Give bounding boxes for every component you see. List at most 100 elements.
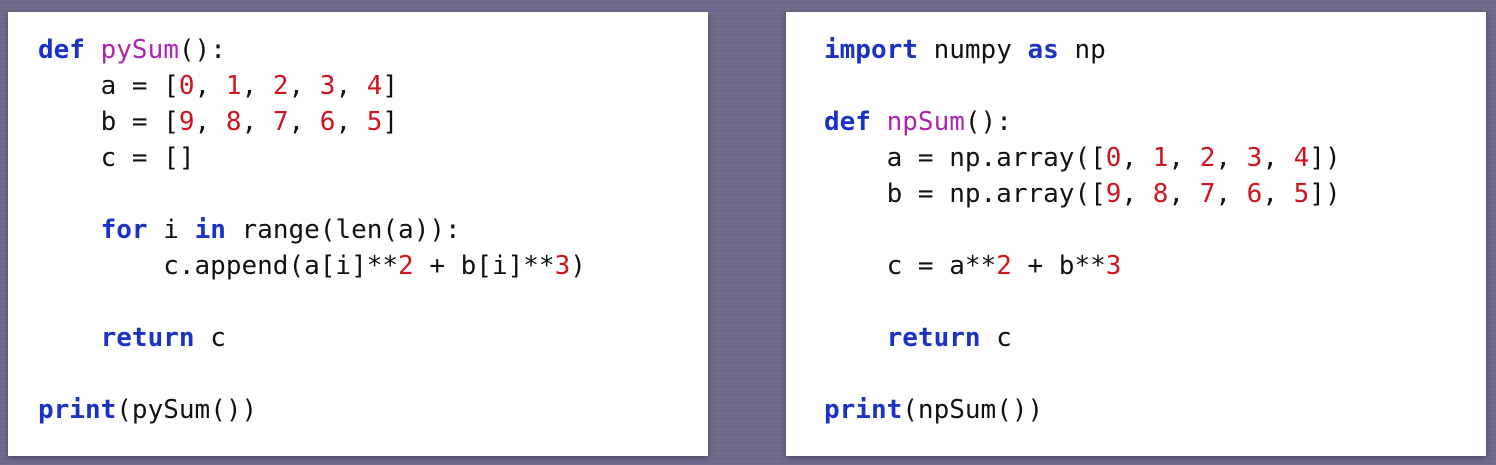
code-text-token: (): <box>178 35 226 65</box>
number-token: 2 <box>1199 143 1216 173</box>
number-token: 2 <box>398 251 414 281</box>
number-token: 7 <box>1199 179 1216 209</box>
number-token: 4 <box>366 71 383 101</box>
code-text-token: c <box>980 323 1012 353</box>
code-text-token: c.append(a[i]** <box>38 251 399 281</box>
code-text-token: numpy <box>917 35 1028 65</box>
number-token: 8 <box>1152 179 1169 209</box>
number-token: 9 <box>178 107 195 137</box>
number-token: 0 <box>1105 143 1122 173</box>
python-code-panel: def pySum(): a = [0, 1, 2, 3, 4] b = [9,… <box>8 12 708 456</box>
code-text-token: , <box>1262 143 1294 173</box>
code-line: return c <box>38 320 586 356</box>
keyword-token: as <box>1027 35 1059 65</box>
code-line: print(pySum()) <box>38 392 586 428</box>
code-text-token: np <box>1058 35 1106 65</box>
code-line: c = a**2 + b**3 <box>824 248 1341 284</box>
numpy-code-block: import numpy as np def npSum(): a = np.ar… <box>824 32 1341 428</box>
code-text-token: , <box>1121 179 1153 209</box>
code-line: def npSum(): <box>824 104 1341 140</box>
code-line: for i in range(len(a)): <box>38 212 586 248</box>
number-token: 6 <box>319 107 336 137</box>
code-text-token: , <box>335 107 367 137</box>
keyword-token: def <box>38 35 85 65</box>
code-line: return c <box>824 320 1341 356</box>
number-token: 3 <box>554 251 571 281</box>
code-text-token: i <box>147 215 195 245</box>
code-text-token: ] <box>382 71 399 101</box>
code-text-token: , <box>1168 179 1200 209</box>
code-text-token: , <box>241 71 273 101</box>
code-line: c = [] <box>38 140 586 176</box>
code-text-token: ]) <box>1309 179 1341 209</box>
code-text-token: a = [ <box>38 71 179 101</box>
keyword-token: return <box>100 323 195 353</box>
code-line: import numpy as np <box>824 32 1341 68</box>
code-text-token: c = a** <box>824 251 997 281</box>
code-text-token: + b** <box>1011 251 1106 281</box>
number-token: 6 <box>1246 179 1263 209</box>
code-text-token: , <box>1168 143 1200 173</box>
function-name-token: npSum <box>886 107 965 137</box>
code-text-token: (): <box>964 107 1012 137</box>
code-text-token: , <box>241 107 273 137</box>
number-token: 1 <box>1152 143 1169 173</box>
code-text-token: , <box>1121 143 1153 173</box>
code-text-token: , <box>194 107 226 137</box>
code-text-token: b = np.array([ <box>824 179 1106 209</box>
keyword-token: return <box>886 323 981 353</box>
code-line: a = [0, 1, 2, 3, 4] <box>38 68 586 104</box>
code-text-token: (npSum()) <box>902 395 1044 425</box>
code-text-token: ]) <box>1309 143 1341 173</box>
number-token: 7 <box>272 107 289 137</box>
function-name-token: pySum <box>100 35 179 65</box>
code-text-token: a = np.array([ <box>824 143 1106 173</box>
number-token: 1 <box>225 71 242 101</box>
code-text-token: , <box>1262 179 1294 209</box>
code-text-token: , <box>194 71 226 101</box>
keyword-token: import <box>824 35 918 65</box>
code-text-token: c = [] <box>38 143 195 173</box>
code-text-token: (pySum()) <box>116 395 258 425</box>
number-token: 3 <box>1105 251 1122 281</box>
code-line: c.append(a[i]**2 + b[i]**3) <box>38 248 586 284</box>
number-token: 2 <box>996 251 1012 281</box>
keyword-token: in <box>194 215 226 245</box>
number-token: 8 <box>225 107 242 137</box>
number-token: 4 <box>1293 143 1310 173</box>
code-text-token: , <box>1215 179 1247 209</box>
keyword-token: print <box>38 395 117 425</box>
code-text-token: range(len(a)): <box>225 215 461 245</box>
code-text-token: ] <box>382 107 399 137</box>
numpy-code-panel: import numpy as np def npSum(): a = np.ar… <box>786 12 1486 456</box>
python-code-block: def pySum(): a = [0, 1, 2, 3, 4] b = [9,… <box>38 32 586 428</box>
number-token: 3 <box>1246 143 1263 173</box>
number-token: 5 <box>366 107 383 137</box>
code-text-token: , <box>1215 143 1247 173</box>
code-text-token: ) <box>570 251 586 281</box>
number-token: 0 <box>178 71 195 101</box>
number-token: 3 <box>319 71 336 101</box>
code-line: print(npSum()) <box>824 392 1341 428</box>
keyword-token: print <box>824 395 903 425</box>
number-token: 5 <box>1293 179 1310 209</box>
number-token: 9 <box>1105 179 1122 209</box>
code-line: def pySum(): <box>38 32 586 68</box>
code-text-token: b = [ <box>38 107 179 137</box>
code-line: b = [9, 8, 7, 6, 5] <box>38 104 586 140</box>
keyword-token: def <box>824 107 871 137</box>
keyword-token: for <box>100 215 148 245</box>
number-token: 2 <box>272 71 289 101</box>
